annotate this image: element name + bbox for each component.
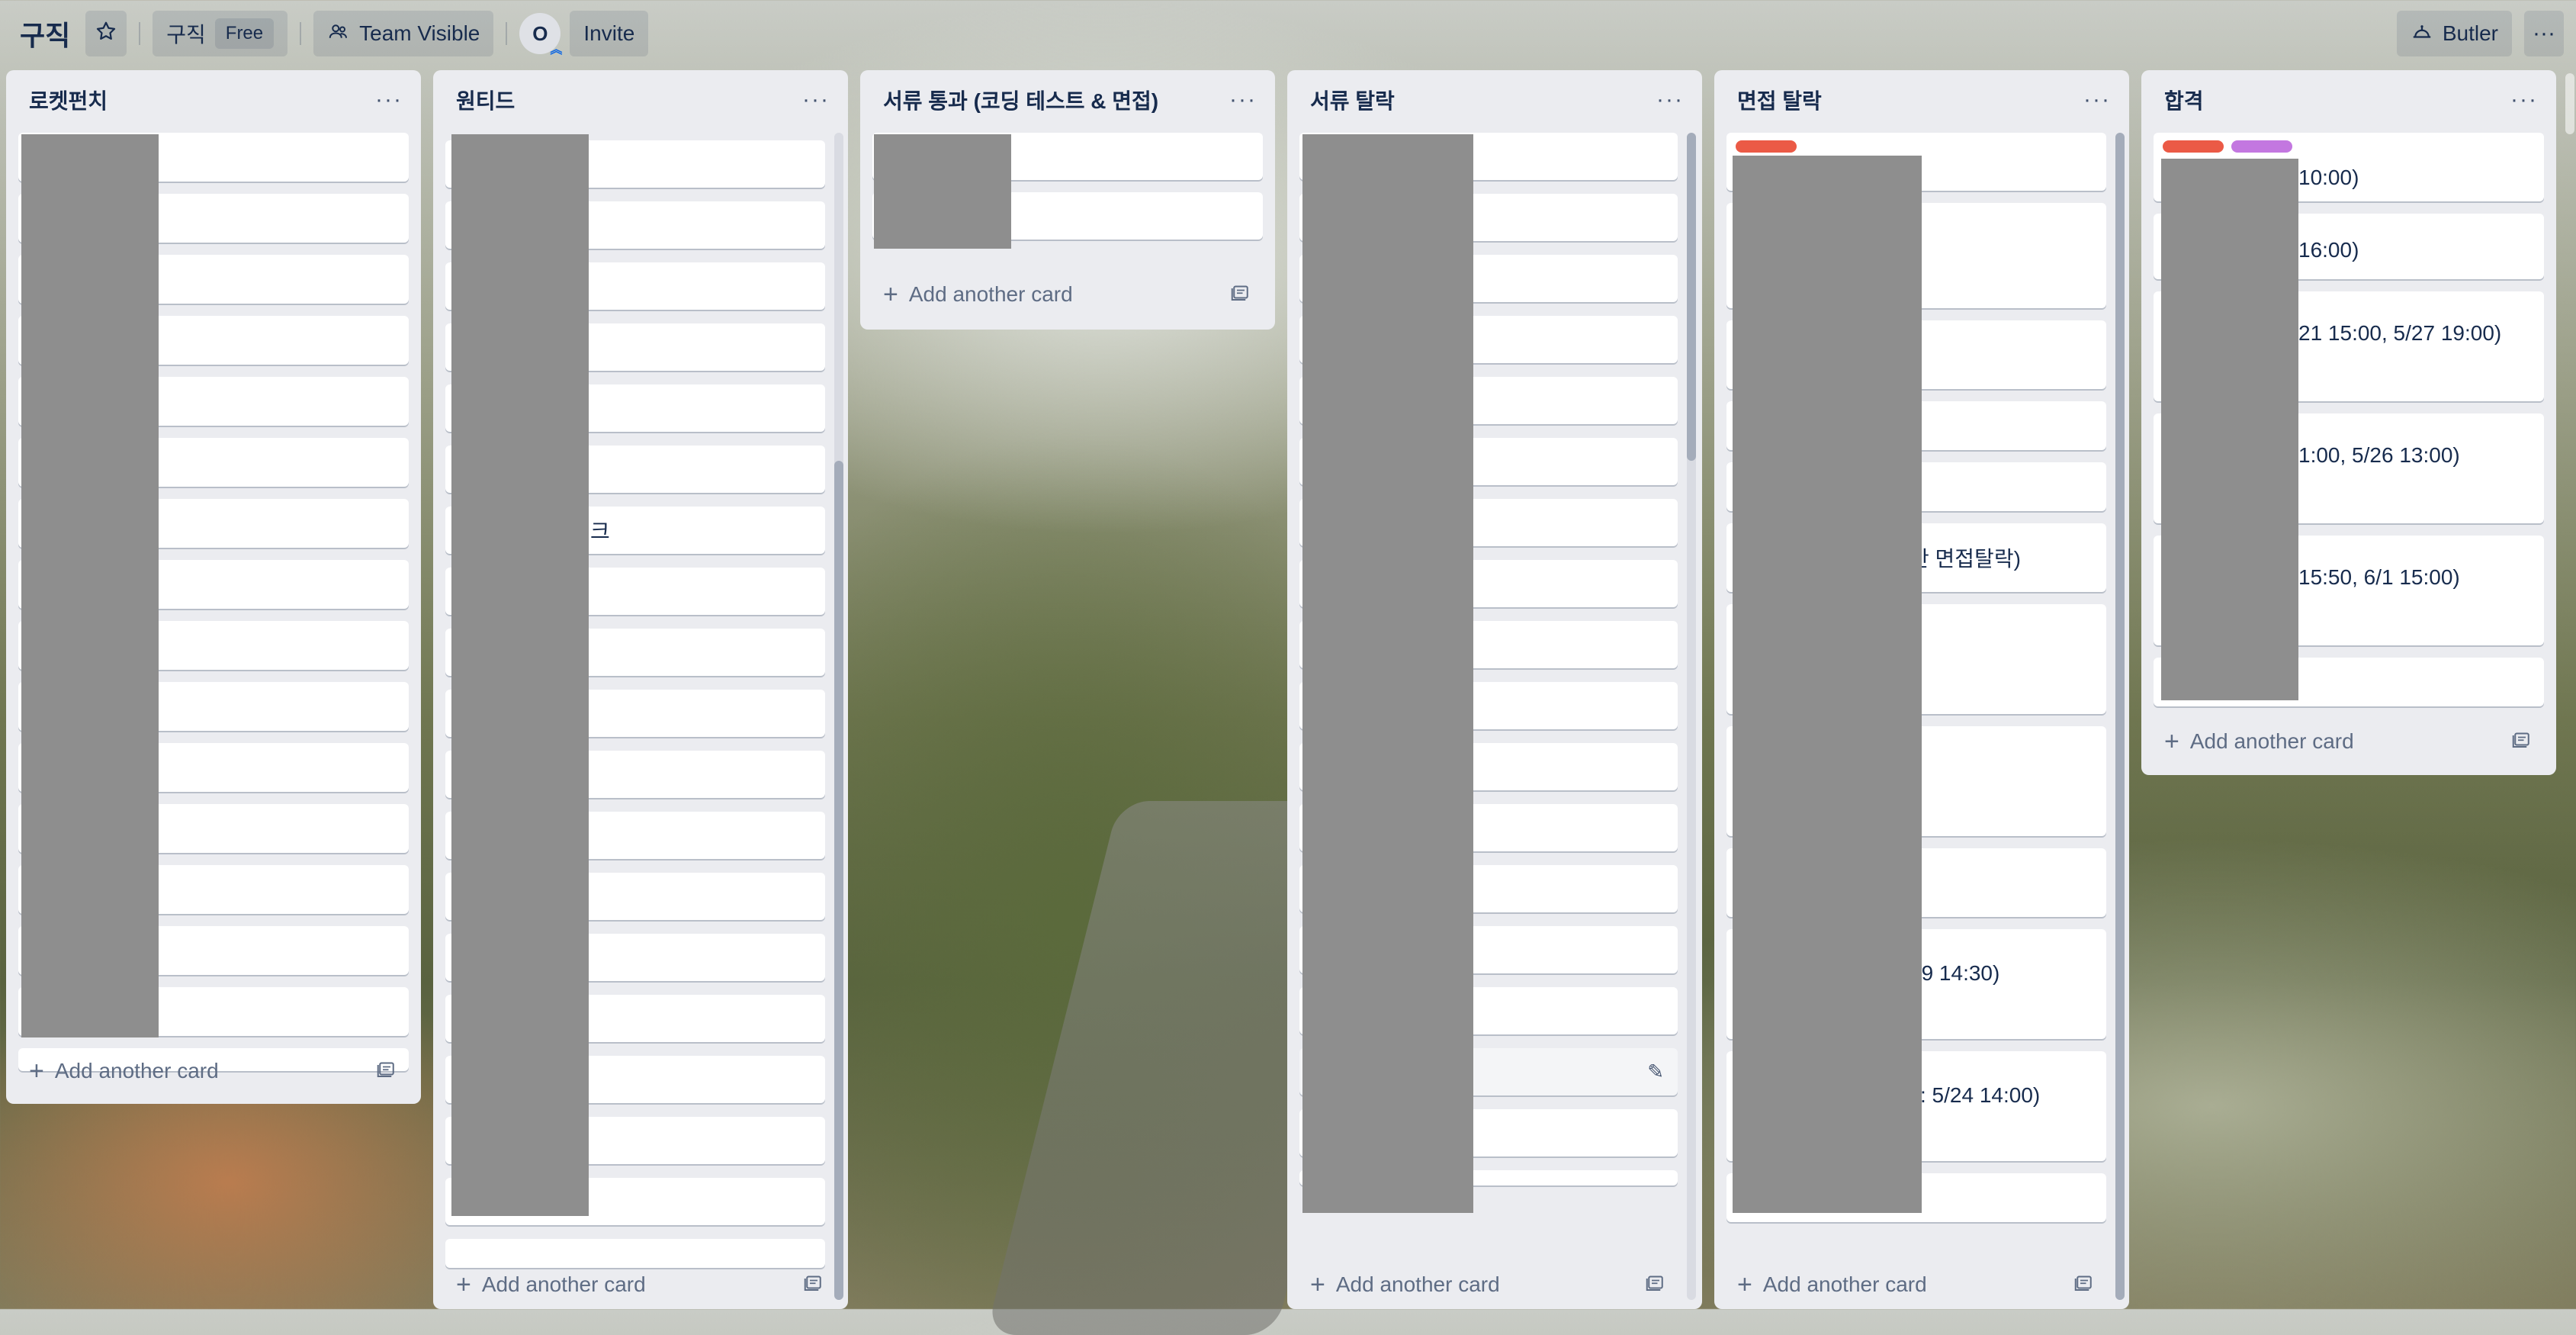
star-button[interactable]	[85, 11, 127, 56]
board-title[interactable]: 구직	[20, 14, 70, 53]
list-accepted: 합격 ··· 10:00) 16:00) 21 15:00, 5/27 19:0…	[2141, 70, 2556, 775]
card-template-icon[interactable]	[2073, 1271, 2096, 1299]
list-title[interactable]: 서류 탈락	[1310, 85, 1395, 115]
redacted-block	[1733, 156, 1922, 1213]
add-card-button[interactable]: + Add another card	[1299, 1260, 1678, 1309]
list-menu-icon[interactable]: ···	[802, 87, 830, 113]
list-header[interactable]: 합격 ···	[2141, 70, 2556, 130]
add-card-label: Add another card	[908, 282, 1073, 306]
more-icon: ···	[2533, 21, 2555, 46]
list-title[interactable]: 로켓펀치	[29, 85, 108, 115]
add-card-label: Add another card	[2189, 729, 2354, 753]
star-icon	[95, 20, 117, 48]
visibility-label: Team Visible	[359, 21, 480, 45]
card-template-icon[interactable]	[1644, 1271, 1667, 1299]
header-divider	[300, 22, 302, 45]
add-card-label: Add another card	[481, 1272, 646, 1296]
member-avatar[interactable]: O ︽	[519, 13, 563, 56]
invite-label: Invite	[583, 21, 635, 45]
board-header: 구직 구직 Free Team Visible O ︽ Invite Butle…	[0, 0, 2576, 67]
header-divider	[139, 22, 141, 45]
butler-icon	[2411, 20, 2433, 48]
list-scroll-thumb[interactable]	[834, 461, 843, 1300]
list-menu-icon[interactable]: ···	[2083, 87, 2111, 113]
list-scrollbar[interactable]	[1687, 133, 1696, 1300]
redacted-block	[1302, 134, 1473, 1213]
add-card-button[interactable]: + Add another card	[1726, 1260, 2106, 1309]
redacted-block	[874, 134, 1011, 249]
list-scrollbar[interactable]	[2115, 133, 2125, 1300]
list-menu-icon[interactable]: ···	[2510, 87, 2538, 113]
list-document-rejected: 서류 탈락 ··· ✎ + Add another card	[1287, 70, 1702, 1309]
team-icon	[327, 20, 350, 48]
list-title[interactable]: 합격	[2164, 85, 2204, 115]
list-rocketpunch: 로켓펀치 ··· + Add another card	[6, 70, 421, 1104]
plus-icon: +	[2164, 727, 2179, 756]
plan-badge: Free	[214, 18, 275, 49]
workspace-button[interactable]: 구직 Free	[153, 11, 288, 56]
list-header[interactable]: 로켓펀치 ···	[6, 70, 421, 130]
redacted-block	[21, 134, 159, 1037]
add-card-button[interactable]: + Add another card	[445, 1260, 836, 1309]
add-card-button[interactable]: + Add another card	[2154, 717, 2544, 766]
list-scroll-thumb[interactable]	[2115, 133, 2125, 1300]
plus-icon: +	[29, 1057, 44, 1086]
board-scrollbar[interactable]	[2565, 73, 2574, 134]
list-title[interactable]: 서류 통과 (코딩 테스트 & 면접)	[883, 85, 1158, 115]
list-scrollbar[interactable]	[834, 133, 843, 1300]
card-template-icon[interactable]	[1229, 281, 1252, 309]
admin-chevron-icon: ︽	[550, 43, 563, 56]
list-header[interactable]: 원티드 ···	[433, 70, 848, 130]
list-title[interactable]: 원티드	[456, 85, 515, 115]
invite-button[interactable]: Invite	[570, 11, 649, 56]
add-card-label: Add another card	[54, 1059, 219, 1082]
list-document-passed: 서류 통과 (코딩 테스트 & 면접) ··· + Add another car…	[860, 70, 1275, 330]
add-card-button[interactable]: + Add another card	[18, 1047, 409, 1095]
visibility-button[interactable]: Team Visible	[313, 11, 494, 56]
list-header[interactable]: 면접 탈락 ···	[1714, 70, 2129, 130]
label-purple	[2231, 140, 2292, 153]
list-menu-icon[interactable]: ···	[375, 87, 403, 113]
card-template-icon[interactable]	[802, 1271, 825, 1299]
list-interview-rejected: 면접 탈락 ··· 안 면접탈락) ) 29 14:30) l : 5/24 1…	[1714, 70, 2129, 1309]
card-template-icon[interactable]	[375, 1057, 398, 1086]
label-red	[2163, 140, 2224, 153]
list-title[interactable]: 면접 탈락	[1737, 85, 1822, 115]
card-template-icon[interactable]	[2510, 728, 2533, 756]
list-wanted: 원티드 ··· 크 + Add another card	[433, 70, 848, 1309]
plus-icon: +	[883, 280, 898, 309]
header-divider	[506, 22, 508, 45]
edit-pencil-icon[interactable]: ✎	[1647, 1060, 1664, 1084]
member-initial: O	[532, 21, 548, 45]
list-header[interactable]: 서류 탈락 ···	[1287, 70, 1702, 130]
label-red	[1736, 140, 1797, 153]
workspace-name: 구직	[166, 23, 206, 47]
plus-icon: +	[1310, 1270, 1325, 1299]
list-scroll-thumb[interactable]	[1687, 133, 1696, 461]
show-menu-button[interactable]: ···	[2524, 11, 2564, 56]
list-header[interactable]: 서류 통과 (코딩 테스트 & 면접) ···	[860, 70, 1275, 130]
list-menu-icon[interactable]: ···	[1656, 87, 1684, 113]
add-card-button[interactable]: + Add another card	[872, 270, 1263, 319]
plus-icon: +	[456, 1270, 471, 1299]
redacted-block	[451, 134, 589, 1216]
add-card-label: Add another card	[1762, 1272, 1927, 1296]
add-card-label: Add another card	[1335, 1272, 1500, 1296]
butler-label: Butler	[2442, 21, 2498, 45]
list-menu-icon[interactable]: ···	[1229, 87, 1257, 113]
plus-icon: +	[1737, 1270, 1752, 1299]
butler-button[interactable]: Butler	[2396, 11, 2512, 56]
redacted-block	[2161, 159, 2298, 700]
